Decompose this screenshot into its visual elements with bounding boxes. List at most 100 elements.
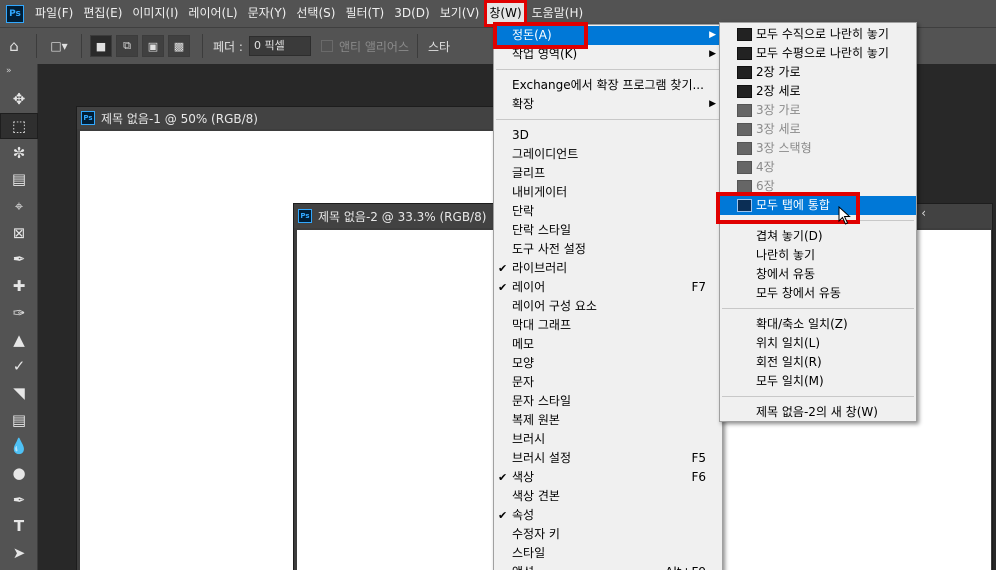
antialias-checkbox[interactable] bbox=[320, 40, 333, 52]
gradient-tool-icon[interactable]: ▤ bbox=[0, 406, 38, 433]
window-menu-item[interactable]: 레이어 구성 요소 bbox=[494, 297, 722, 316]
menu-0[interactable]: 파일(F) bbox=[30, 0, 78, 27]
rectangle-tool-icon[interactable]: ▭ bbox=[0, 566, 38, 570]
options-divider bbox=[81, 34, 82, 58]
arrange-menu-item[interactable]: 겹쳐 놓기(D) bbox=[720, 227, 916, 246]
window-menu-item[interactable]: 그레이디언트 bbox=[494, 145, 722, 164]
home-icon[interactable]: ⌂ bbox=[0, 37, 28, 55]
window-menu-item[interactable]: 도구 사전 설정 bbox=[494, 240, 722, 259]
arrange-menu-item[interactable]: 2장 세로 bbox=[720, 82, 916, 101]
window-menu-item[interactable]: ✔ 속성 bbox=[494, 506, 722, 525]
arrange-menu-item[interactable]: 나란히 놓기 bbox=[720, 246, 916, 265]
type-tool-icon[interactable]: T bbox=[0, 513, 38, 540]
eraser-tool-icon[interactable]: ◥ bbox=[0, 380, 38, 407]
arrange-menu-item[interactable]: 3장 세로 bbox=[720, 120, 916, 139]
window-menu-item[interactable]: 단락 bbox=[494, 202, 722, 221]
vertical-tile-icon bbox=[737, 28, 752, 41]
clone-stamp-tool-icon[interactable]: ▲ bbox=[0, 326, 38, 353]
new-selection-button[interactable]: ■ bbox=[90, 35, 112, 57]
add-selection-button[interactable]: ⧉ bbox=[116, 35, 138, 57]
arrange-menu-item[interactable]: 6장 bbox=[720, 177, 916, 196]
intersect-selection-button[interactable]: ▩ bbox=[168, 35, 190, 57]
arrange-menu-item[interactable]: 창에서 유동 bbox=[720, 265, 916, 284]
arrange-menu-item[interactable]: 모두 일치(M) bbox=[720, 372, 916, 391]
menu-8[interactable]: 보기(V) bbox=[435, 0, 485, 27]
menu-3[interactable]: 레이어(L) bbox=[183, 0, 242, 27]
window-menu-item[interactable]: 3D bbox=[494, 126, 722, 145]
feather-input[interactable]: 0 픽셀 bbox=[248, 36, 311, 56]
path-selection-tool-icon[interactable]: ➤ bbox=[0, 540, 38, 567]
window-menu-item[interactable]: 수정자 키 bbox=[494, 525, 722, 544]
dodge-tool-icon[interactable]: ● bbox=[0, 460, 38, 487]
panel-collapse-icon[interactable]: » bbox=[0, 64, 37, 86]
window-menu-item[interactable]: 글리프 bbox=[494, 164, 722, 183]
subtract-selection-button[interactable]: ▣ bbox=[142, 35, 164, 57]
window-menu-item[interactable]: ✔ 레이어 F7 bbox=[494, 278, 722, 297]
window-menu-item[interactable]: 스타일 bbox=[494, 544, 722, 563]
menu-6[interactable]: 필터(T) bbox=[340, 0, 389, 27]
menu-5[interactable]: 선택(S) bbox=[291, 0, 340, 27]
window-menu-item[interactable]: 막대 그래프 bbox=[494, 316, 722, 335]
frame-tool-icon[interactable]: ⊠ bbox=[0, 219, 38, 246]
menu-item-label: 단락 스타일 bbox=[512, 223, 572, 237]
lasso-tool-icon[interactable]: ✼ bbox=[0, 139, 38, 166]
window-menu-item[interactable]: ✔ 색상 F6 bbox=[494, 468, 722, 487]
menu-7[interactable]: 3D(D) bbox=[389, 0, 434, 27]
window-menu-item[interactable]: 단락 스타일 bbox=[494, 221, 722, 240]
window-menu-item[interactable]: 액션 Alt+F9 bbox=[494, 563, 722, 570]
blur-tool-icon[interactable]: 💧 bbox=[0, 433, 38, 460]
window-menu-item[interactable]: 메모 bbox=[494, 335, 722, 354]
menu-2[interactable]: 이미지(I) bbox=[127, 0, 183, 27]
eyedropper-tool-icon[interactable]: ✒ bbox=[0, 246, 38, 273]
window-menu-item[interactable]: 문자 스타일 bbox=[494, 392, 722, 411]
arrange-menu-item[interactable]: 모두 수직으로 나란히 놓기 bbox=[720, 25, 916, 44]
photoshop-logo-icon: Ps bbox=[6, 4, 24, 23]
arrange-menu-item[interactable]: 위치 일치(L) bbox=[720, 334, 916, 353]
menu-separator bbox=[496, 69, 720, 70]
window-menu-item[interactable]: 작업 영역(K) ▶ bbox=[494, 45, 722, 64]
menu-item-label: 모두 창에서 유동 bbox=[756, 286, 841, 300]
rectangular-marquee-tool-icon[interactable]: ⬚ bbox=[0, 112, 38, 140]
history-brush-tool-icon[interactable]: ✓ bbox=[0, 353, 38, 380]
window-menu-item[interactable]: Exchange에서 확장 프로그램 찾기... bbox=[494, 76, 722, 95]
menu-9[interactable]: 창(W) bbox=[484, 0, 527, 27]
arrange-menu-item[interactable]: 모두 수평으로 나란히 놓기 bbox=[720, 44, 916, 63]
arrange-menu-item[interactable]: 4장 bbox=[720, 158, 916, 177]
window-menu-item[interactable]: 정돈(A) ▶ bbox=[494, 26, 722, 45]
window-menu-item[interactable]: 모양 bbox=[494, 354, 722, 373]
document-title: 제목 없음-1 @ 50% (RGB/8) bbox=[101, 111, 258, 126]
window-menu-item[interactable]: 브러시 bbox=[494, 430, 722, 449]
window-menu-item[interactable]: 내비게이터 bbox=[494, 183, 722, 202]
object-selection-tool-icon[interactable]: ▤ bbox=[0, 166, 38, 193]
crop-tool-icon[interactable]: ⌖ bbox=[0, 193, 38, 220]
two-up-vertical-icon bbox=[737, 85, 752, 98]
menu-item-label: 모양 bbox=[512, 356, 535, 370]
arrange-menu-item[interactable]: 확대/축소 일치(Z) bbox=[720, 315, 916, 334]
arrange-menu-item[interactable]: 3장 가로 bbox=[720, 101, 916, 120]
pen-tool-icon[interactable]: ✒ bbox=[0, 486, 38, 513]
brush-tool-icon[interactable]: ✑ bbox=[0, 300, 38, 327]
arrange-menu-item[interactable]: 3장 스택형 bbox=[720, 139, 916, 158]
marquee-preset-icon[interactable]: □▾ bbox=[45, 39, 73, 53]
close-icon[interactable]: ‹ bbox=[921, 206, 926, 220]
arrange-menu-item[interactable]: 모두 탭에 통합 bbox=[720, 196, 916, 215]
window-menu-item[interactable]: 브러시 설정 F5 bbox=[494, 449, 722, 468]
healing-brush-tool-icon[interactable]: ✚ bbox=[0, 273, 38, 300]
menu-1[interactable]: 편집(E) bbox=[78, 0, 127, 27]
menu-4[interactable]: 문자(Y) bbox=[243, 0, 292, 27]
menu-10[interactable]: 도움말(H) bbox=[527, 0, 589, 27]
submenu-arrow-icon: ▶ bbox=[709, 49, 716, 59]
move-tool-icon[interactable]: ✥ bbox=[0, 86, 38, 113]
arrange-menu-item[interactable]: 모두 창에서 유동 bbox=[720, 284, 916, 303]
arrange-menu-item[interactable]: 2장 가로 bbox=[720, 63, 916, 82]
window-menu-item[interactable]: ✔ 라이브러리 bbox=[494, 259, 722, 278]
window-menu-item[interactable]: 문자 bbox=[494, 373, 722, 392]
menu-item-label: 정돈(A) bbox=[512, 28, 552, 42]
window-menu-item[interactable]: 복제 원본 bbox=[494, 411, 722, 430]
arrange-menu-item[interactable]: 회전 일치(R) bbox=[720, 353, 916, 372]
consolidate-tabs-icon bbox=[737, 199, 752, 212]
window-menu-item[interactable]: 색상 견본 bbox=[494, 487, 722, 506]
arrange-menu-item[interactable]: 제목 없음-2의 새 창(W) bbox=[720, 403, 916, 422]
window-menu-item[interactable]: 확장 ▶ bbox=[494, 95, 722, 114]
menu-item-label: 도구 사전 설정 bbox=[512, 242, 586, 256]
